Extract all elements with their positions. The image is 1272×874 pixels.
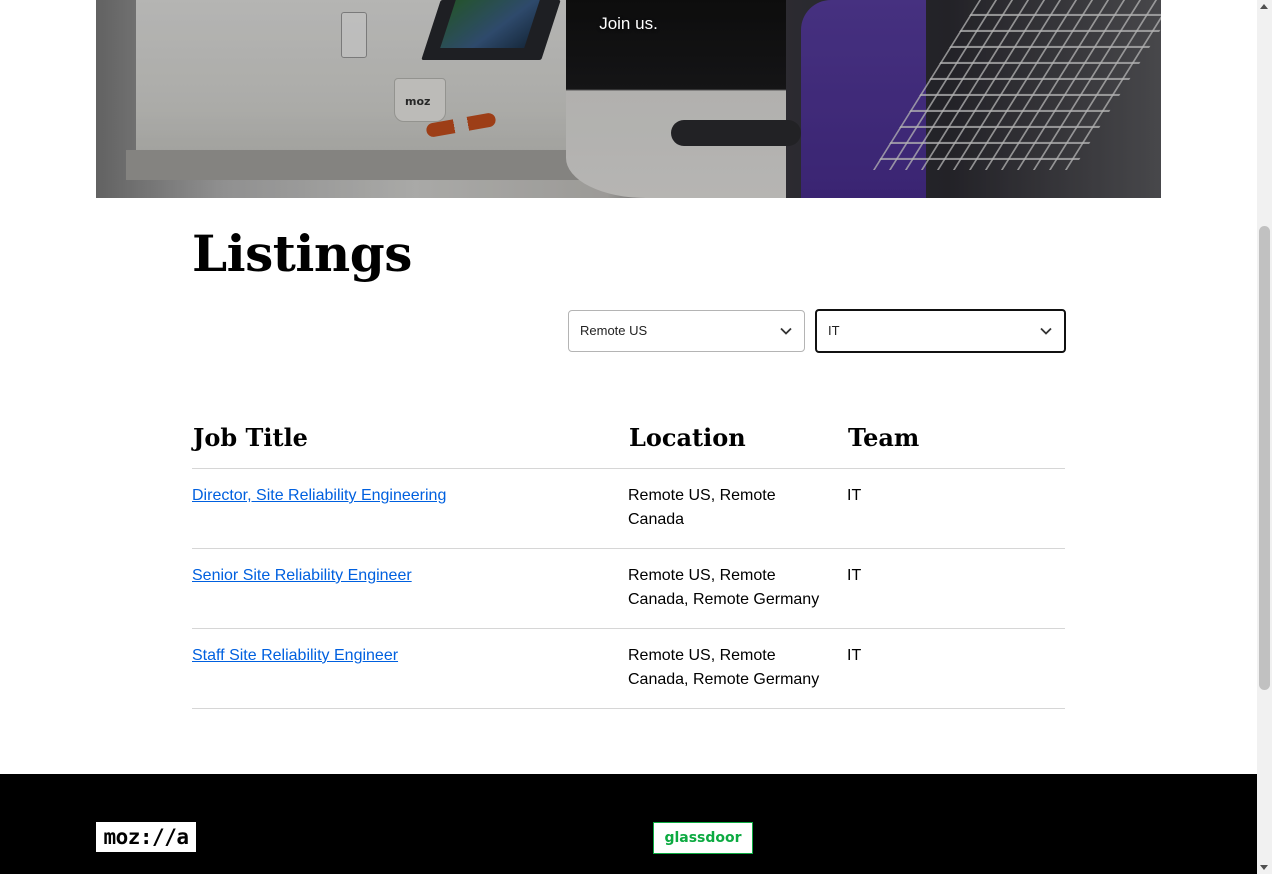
site-footer: moz://a glassdoor xyxy=(0,774,1257,874)
table-row: Staff Site Reliability Engineer Remote U… xyxy=(192,628,1065,709)
glassdoor-logo[interactable]: glassdoor xyxy=(653,822,753,854)
job-location-cell: Remote US, Remote Canada, Remote Germany xyxy=(628,628,847,709)
column-header-job-title: Job Title xyxy=(192,406,628,469)
location-filter-select[interactable]: Remote US xyxy=(568,310,805,352)
location-filter-value: Remote US xyxy=(580,323,648,338)
hero-banner: moz Join us. xyxy=(96,0,1161,198)
column-header-team: Team xyxy=(847,406,1065,469)
job-title-cell: Director, Site Reliability Engineering xyxy=(192,468,628,549)
vertical-scrollbar[interactable] xyxy=(1257,0,1272,874)
mozilla-logo[interactable]: moz://a xyxy=(96,822,196,852)
job-title-cell: Staff Site Reliability Engineer xyxy=(192,628,628,709)
job-team-cell: IT xyxy=(847,628,1065,709)
job-location-cell: Remote US, Remote Canada, Remote Germany xyxy=(628,548,847,629)
scroll-up-arrow-icon[interactable] xyxy=(1260,4,1268,9)
job-link[interactable]: Staff Site Reliability Engineer xyxy=(192,647,398,664)
job-title-cell: Senior Site Reliability Engineer xyxy=(192,548,628,629)
team-filter-value: IT xyxy=(828,323,840,338)
scroll-down-arrow-icon[interactable] xyxy=(1260,865,1268,870)
job-team-cell: IT xyxy=(847,548,1065,629)
hero-tagline: Join us. xyxy=(599,14,658,33)
job-link[interactable]: Director, Site Reliability Engineering xyxy=(192,487,446,504)
job-location-cell: Remote US, Remote Canada xyxy=(628,468,847,549)
job-link[interactable]: Senior Site Reliability Engineer xyxy=(192,567,412,584)
table-header-row: Job Title Location Team xyxy=(192,406,1065,469)
scrollbar-thumb[interactable] xyxy=(1259,226,1270,690)
chevron-down-icon xyxy=(780,327,792,335)
table-row: Senior Site Reliability Engineer Remote … xyxy=(192,548,1065,629)
team-filter-select[interactable]: IT xyxy=(815,309,1066,353)
job-listings-table: Job Title Location Team Director, Site R… xyxy=(192,406,1065,709)
column-header-location: Location xyxy=(628,406,847,469)
page: moz Join us. Listings Remote US IT Job T… xyxy=(0,0,1257,874)
job-team-cell: IT xyxy=(847,468,1065,549)
page-title: Listings xyxy=(192,224,412,283)
table-row: Director, Site Reliability Engineering R… xyxy=(192,468,1065,549)
chevron-down-icon xyxy=(1040,327,1052,335)
